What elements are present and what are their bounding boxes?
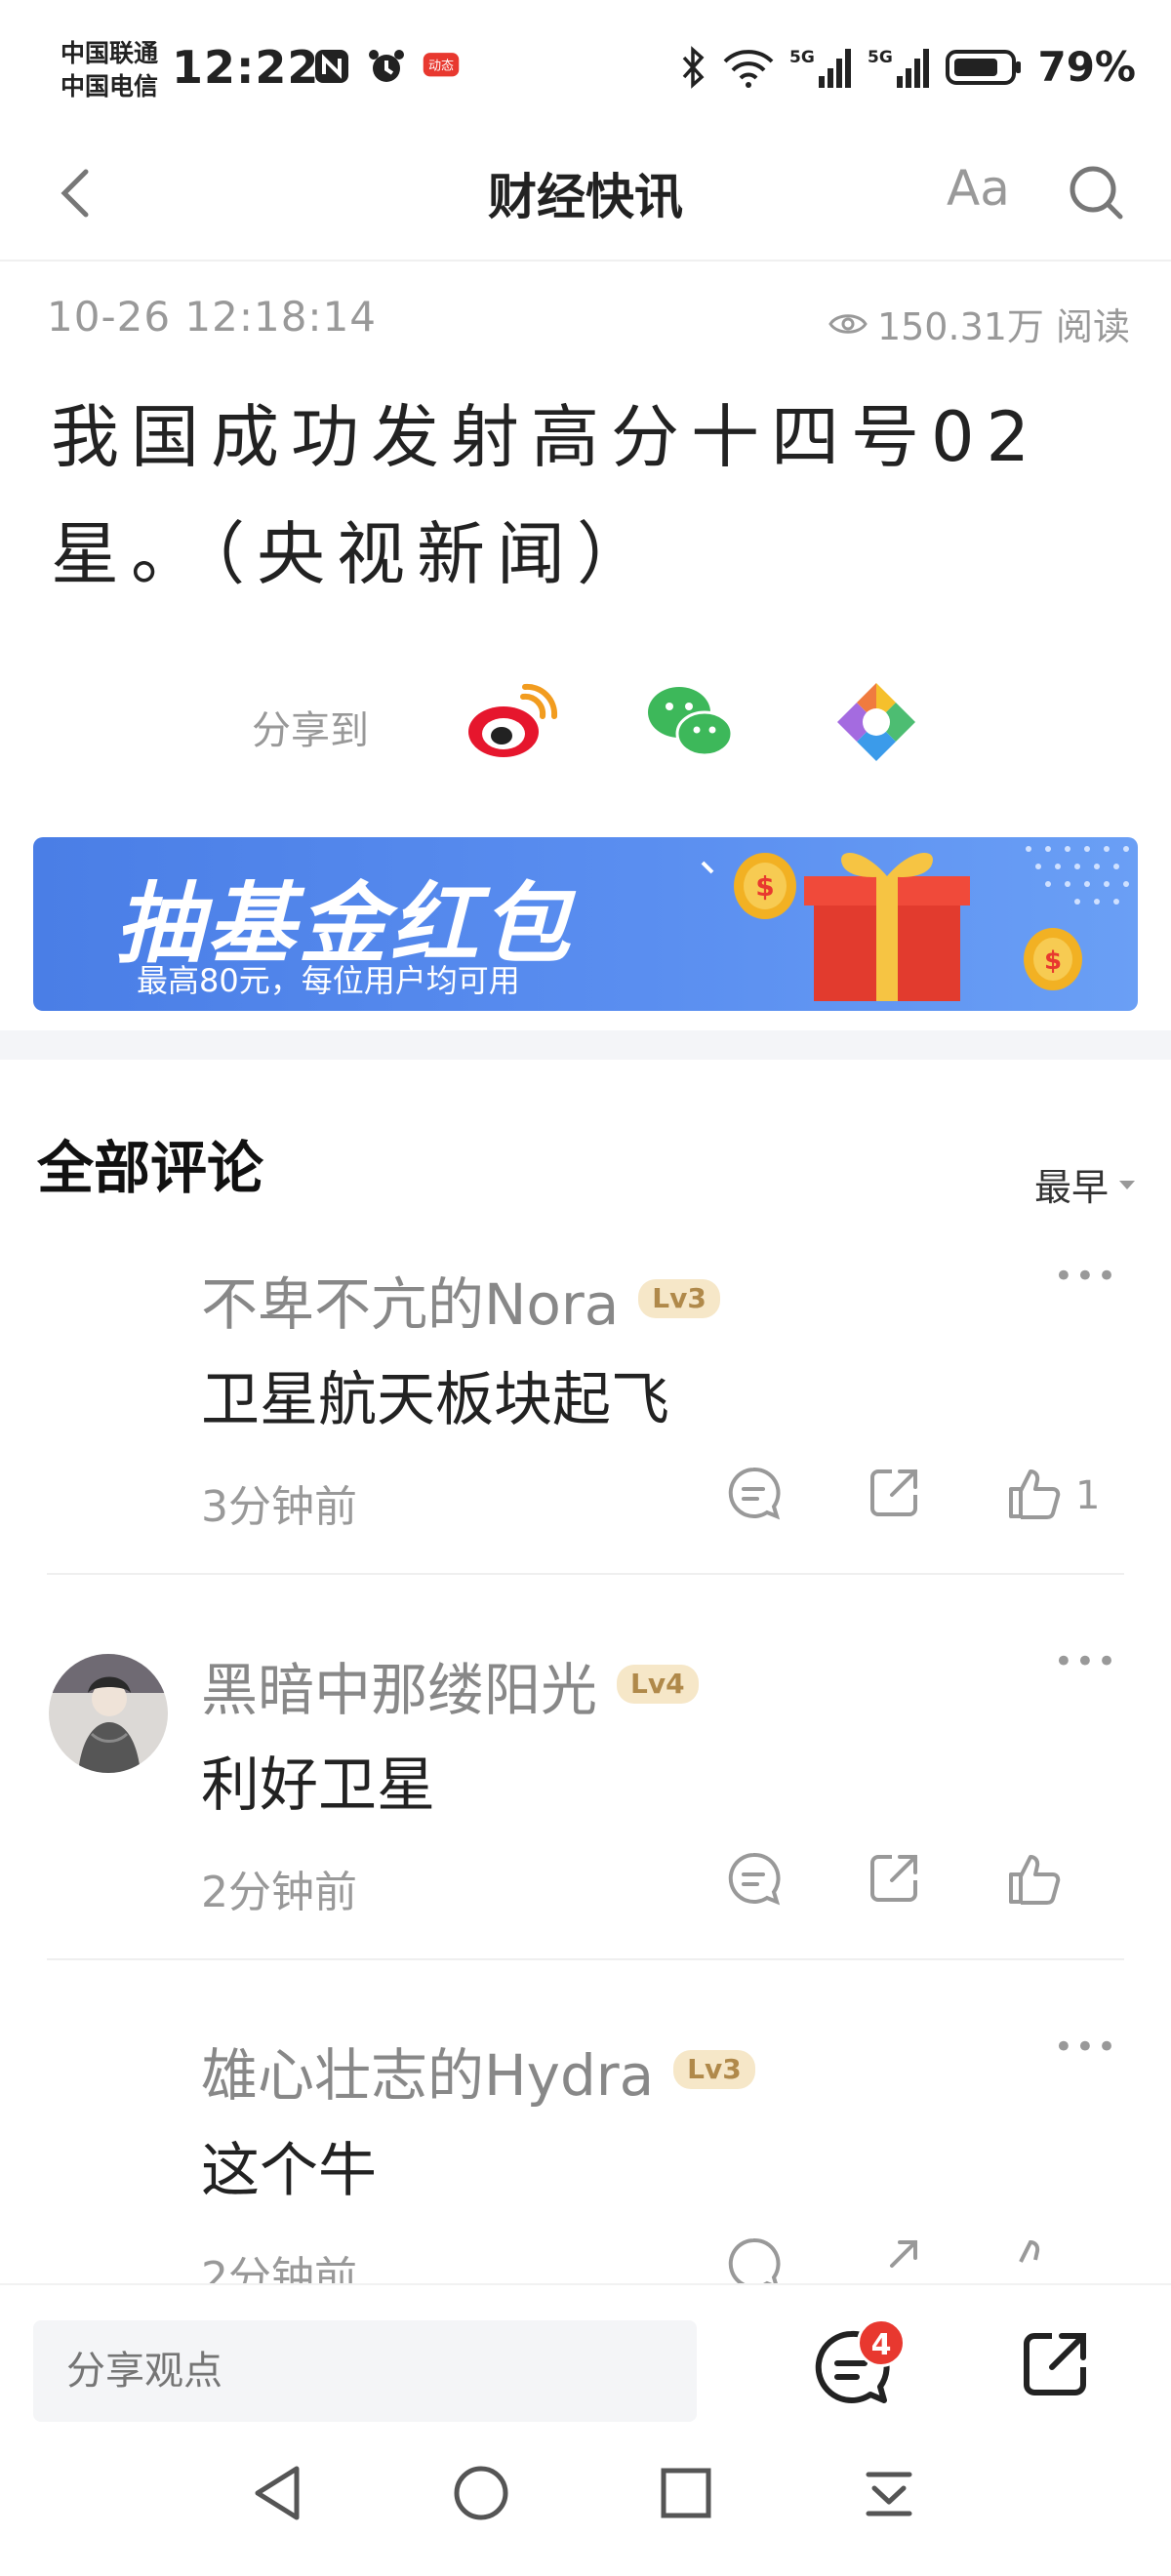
weibo-icon[interactable] — [461, 673, 558, 771]
comment-input[interactable] — [33, 2320, 697, 2422]
comments-heading: 全部评论 — [37, 1135, 264, 1201]
font-size-button[interactable]: Aa — [947, 160, 1010, 217]
comment-divider — [47, 1573, 1124, 1575]
sort-dropdown[interactable]: 最早 — [1034, 1157, 1138, 1211]
gift-box-icon — [804, 853, 970, 1001]
svg-text:$: $ — [1044, 946, 1062, 976]
moments-icon[interactable] — [828, 673, 925, 771]
nav-back-icon[interactable] — [244, 2459, 312, 2527]
avatar[interactable] — [49, 1654, 168, 1773]
coin-icon: $ — [1024, 928, 1082, 990]
system-nav-bar — [0, 2430, 1171, 2576]
nav-home-icon[interactable] — [447, 2459, 515, 2527]
level-badge: Lv4 — [617, 1664, 699, 1704]
comment-text: 卫星航天板块起飞 — [201, 1366, 669, 1434]
banner-subtitle: 最高80元，每位用户均可用 — [137, 962, 520, 999]
top-nav-bar: 财经快讯 Aa — [0, 137, 1171, 262]
comment-count-badge: 4 — [857, 2318, 906, 2367]
comment-input-box[interactable] — [33, 2320, 697, 2422]
like-count: 1 — [1075, 1473, 1101, 1518]
fund-redpacket-banner[interactable]: 抽基金红包 最高80元，每位用户均可用 $ $ — [33, 837, 1138, 1011]
comment-username[interactable]: 不卑不亢的Nora Lv3 — [201, 1259, 720, 1341]
more-options-icon[interactable]: ••• — [1054, 2028, 1118, 2067]
battery-icon — [946, 49, 1022, 85]
svg-text:动态: 动态 — [428, 59, 454, 73]
read-count: 150.31万 阅读 — [828, 297, 1130, 350]
battery-percent: 79% — [1037, 43, 1136, 91]
signal-icon: 5G — [789, 48, 852, 88]
svg-text:5G: 5G — [789, 48, 815, 67]
caret-down-icon — [1119, 1180, 1135, 1189]
comment-divider — [47, 1958, 1124, 1960]
level-badge: Lv3 — [673, 2049, 755, 2089]
comment-item: 不卑不亢的Nora Lv3 ••• 卫星航天板块起飞 3分钟前 1 — [0, 1229, 1171, 1581]
read-count-text: 150.31万 阅读 — [876, 305, 1130, 348]
eye-icon — [828, 313, 868, 334]
comment-username[interactable]: 黑暗中那缕阳光 Lv4 — [201, 1644, 699, 1726]
article-datetime: 10-26 12:18:14 — [47, 293, 378, 341]
reply-icon[interactable] — [724, 1464, 783, 1522]
nfc-icon — [315, 50, 348, 83]
like-icon[interactable] — [1005, 1464, 1064, 1522]
sort-label: 最早 — [1033, 1166, 1109, 1209]
search-icon[interactable] — [1066, 162, 1126, 222]
comment-time: 2分钟前 — [201, 1868, 357, 1917]
wechat-icon[interactable] — [642, 673, 740, 771]
section-divider — [0, 1030, 1171, 1060]
carrier-2: 中国电信 — [61, 72, 159, 101]
signal-icon: 5G — [868, 48, 930, 88]
wifi-icon — [724, 49, 774, 88]
comment-text: 利好卫星 — [201, 1751, 435, 1820]
status-bar: 中国联通 中国电信 12:22 动态 5G 5G 79% — [0, 0, 1171, 137]
carrier-labels: 中国联通 中国电信 — [61, 37, 158, 103]
more-options-icon[interactable]: ••• — [1054, 1257, 1118, 1296]
alarm-icon — [369, 50, 404, 82]
article-meta: 10-26 12:18:14 150.31万 阅读 — [47, 293, 1130, 351]
article-headline: 我国成功发射高分十四号02星。（央视新闻） — [51, 397, 1042, 594]
status-time: 12:22 — [172, 41, 320, 94]
share-icon[interactable] — [865, 1464, 923, 1522]
share-row: 分享到 — [0, 673, 1171, 781]
like-icon[interactable] — [1005, 1849, 1064, 1908]
level-badge: Lv3 — [638, 1278, 720, 1318]
share-label: 分享到 — [252, 708, 369, 753]
svg-text:5G: 5G — [868, 48, 893, 67]
share-icon[interactable] — [865, 1849, 923, 1908]
status-right-icons: 5G 5G 79% — [678, 43, 1136, 91]
bluetooth-icon — [683, 45, 705, 89]
carrier-1: 中国联通 — [61, 39, 159, 67]
comment-item: 黑暗中那缕阳光 Lv4 ••• 利好卫星 2分钟前 — [0, 1615, 1171, 1966]
app-notification-icon: 动态 — [423, 53, 460, 77]
more-options-icon[interactable]: ••• — [1054, 1642, 1118, 1681]
svg-text:$: $ — [755, 870, 774, 903]
status-left-icons: 动态 — [312, 47, 461, 86]
comment-time: 3分钟前 — [201, 1482, 357, 1532]
comment-username[interactable]: 雄心壮志的Hydra Lv3 — [201, 2030, 755, 2112]
comment-text: 这个牛 — [201, 2137, 377, 2205]
nav-dropdown-icon[interactable] — [855, 2459, 923, 2527]
share-icon[interactable] — [1019, 2328, 1091, 2400]
reply-icon[interactable] — [724, 1849, 783, 1908]
nav-recents-icon[interactable] — [652, 2459, 720, 2527]
